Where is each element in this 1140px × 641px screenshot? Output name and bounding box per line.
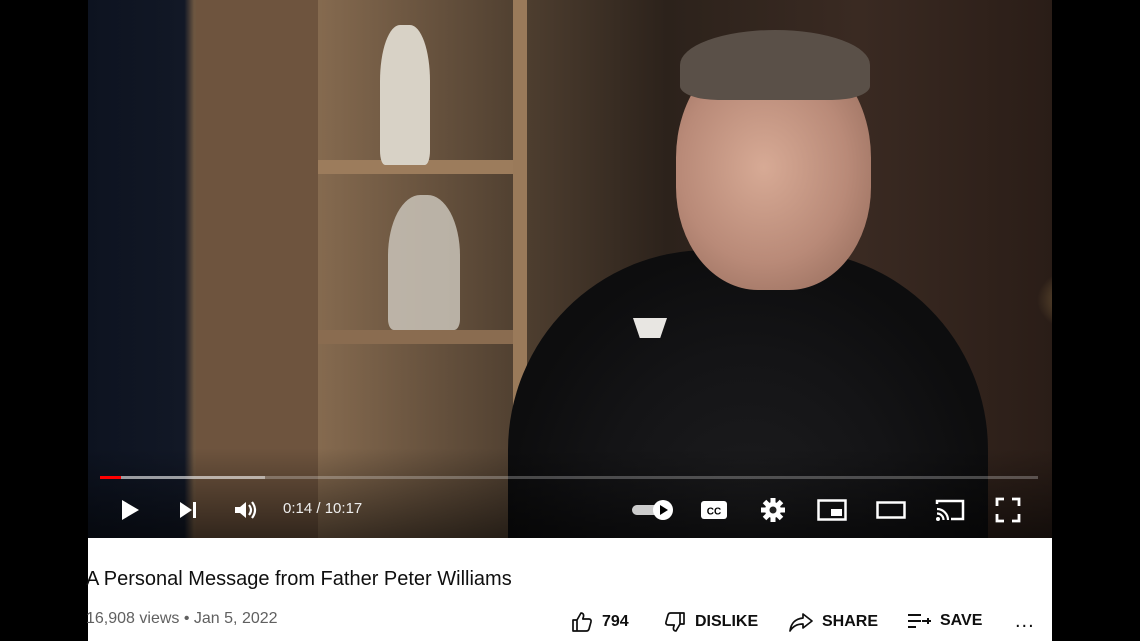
autoplay-toggle-icon [632,500,673,520]
fullscreen-button[interactable] [993,492,1023,528]
more-actions-button[interactable]: ... [1015,610,1035,633]
publish-date: Jan 5, 2022 [193,610,278,627]
like-button[interactable]: 794 [570,610,629,634]
volume-button[interactable] [231,492,261,528]
fullscreen-icon [995,497,1021,523]
skip-next-icon [180,502,196,518]
next-button[interactable] [174,492,202,528]
progress-played [100,476,121,479]
statue [388,195,460,330]
meta-dot: • [183,610,190,627]
subtitles-button[interactable]: CC [698,492,730,528]
bookshelf-board [318,330,518,344]
save-label: SAVE [940,612,983,629]
thumbs-down-icon [665,612,685,632]
progress-bar[interactable] [100,476,1038,479]
miniplayer-button[interactable] [815,492,849,528]
miniplayer-icon [817,499,847,521]
statue [380,25,430,165]
dislike-button[interactable]: DISLIKE [663,610,758,634]
current-time: 0:14 [283,500,313,517]
like-count: 794 [602,613,629,630]
duration: 10:17 [324,500,363,517]
cast-icon [935,499,965,521]
person-hair [680,30,870,100]
share-icon [789,613,813,632]
progress-buffered [100,476,266,479]
theater-mode-icon [876,501,906,519]
dislike-label: DISLIKE [695,613,759,630]
thumbs-up-icon [572,612,592,632]
view-count: 16,908 views [86,610,180,627]
share-button[interactable]: SHARE [788,610,878,634]
play-button[interactable] [116,492,144,528]
cast-button[interactable] [933,492,967,528]
share-label: SHARE [822,613,879,630]
add-to-playlist-icon [908,614,931,628]
theater-mode-button[interactable] [874,492,908,528]
time-display: 0:14 / 10:17 [283,500,362,517]
autoplay-toggle[interactable] [630,492,676,528]
video-title: A Personal Message from Father Peter Wil… [86,568,512,590]
settings-button[interactable] [758,492,788,528]
video-player[interactable]: 0:14 / 10:17 CC [88,0,1052,538]
gear-icon [761,498,785,522]
time-separator: / [316,500,321,517]
play-icon [122,500,139,520]
closed-captions-icon: CC [701,501,727,519]
video-meta: 16,908 views • Jan 5, 2022 [86,610,278,628]
video-info-panel: A Personal Message from Father Peter Wil… [86,538,1052,641]
svg-text:CC: CC [707,507,721,518]
volume-icon [235,501,257,519]
save-button[interactable]: SAVE [906,610,982,632]
